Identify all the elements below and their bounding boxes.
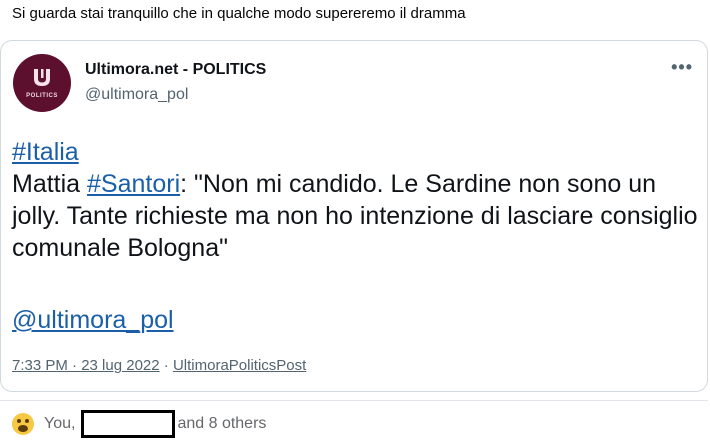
reaction-others-label[interactable]: and 8 others [177, 415, 266, 433]
tweet-text: #Italia Mattia #Santori: "Non mi candido… [12, 136, 702, 264]
author-handle[interactable]: @ultimora_pol [85, 86, 188, 104]
more-options-icon[interactable]: ••• [671, 57, 693, 78]
meta-separator: · [159, 357, 173, 374]
mention-link[interactable]: @ultimora_pol [12, 306, 174, 334]
ultimora-logo-icon [34, 69, 50, 86]
source-link[interactable]: UltimoraPoliticsPost [173, 357, 306, 374]
avatar-label: POLITICS [26, 93, 58, 99]
reaction-you-label: You, [44, 414, 76, 432]
tweet-meta: 7:33 PM · 23 lug 2022 · UltimoraPolitics… [12, 357, 306, 374]
haha-reaction-icon [12, 412, 34, 435]
hashtag-santori-link[interactable]: #Santori [87, 170, 180, 198]
mention-block: @ultimora_pol [12, 304, 174, 336]
avatar[interactable]: POLITICS [13, 54, 71, 112]
reactions-bar[interactable]: You, and 8 others [0, 400, 708, 446]
post-text: Si guarda stai tranquillo che in qualche… [12, 5, 466, 22]
timestamp-link[interactable]: 7:33 PM · 23 lug 2022 [12, 357, 160, 374]
hashtag-italia-link[interactable]: #Italia [12, 138, 79, 166]
tweet-text-prefix: Mattia [12, 170, 88, 198]
embedded-tweet-card[interactable]: POLITICS Ultimora.net - POLITICS @ultimo… [0, 40, 708, 392]
author-name[interactable]: Ultimora.net - POLITICS [85, 61, 266, 79]
redacted-name-box [81, 409, 176, 438]
